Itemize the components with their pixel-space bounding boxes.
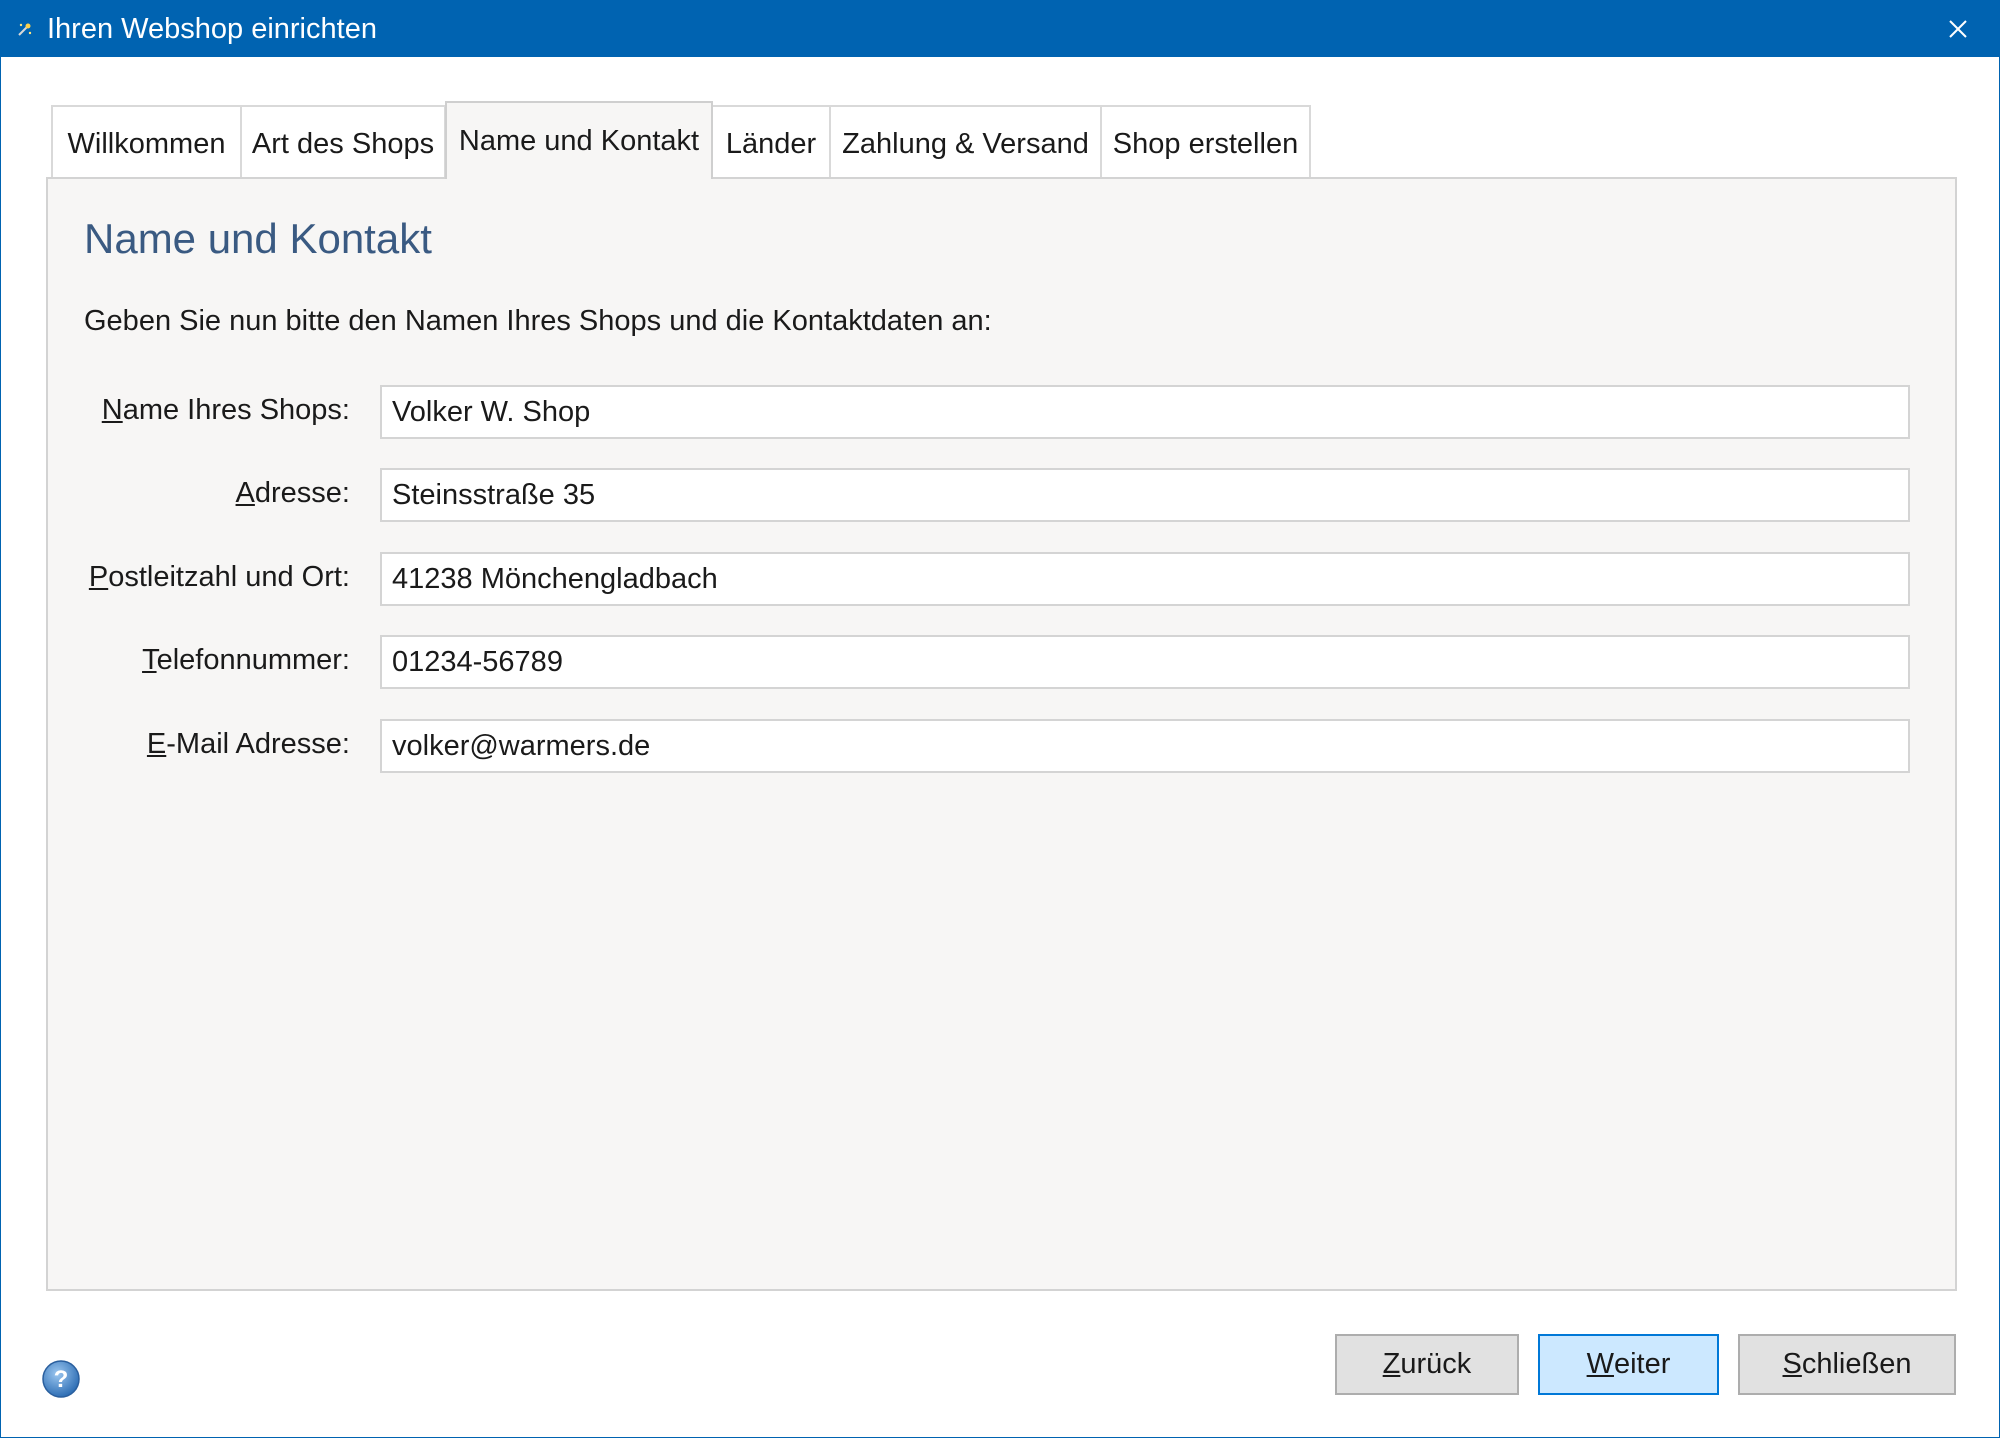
shop-name-label: Name Ihres Shops: — [101, 394, 350, 426]
window-title: Ihren Webshop einrichten — [47, 13, 377, 45]
tab-laender[interactable]: Länder — [711, 105, 831, 177]
title-bar[interactable]: Ihren Webshop einrichten — [1, 1, 1999, 57]
back-button[interactable]: Zurück — [1335, 1334, 1519, 1395]
tab-label: Shop erstellen — [1112, 127, 1299, 160]
tab-label: Zahlung & Versand — [842, 127, 1089, 160]
tab-label: Länder — [725, 127, 817, 160]
phone-label: Telefonnummer: — [142, 644, 350, 676]
tab-name-und-kontakt[interactable]: Name und Kontakt — [445, 101, 713, 179]
address-input[interactable] — [380, 468, 1910, 522]
next-button[interactable]: Weiter — [1538, 1334, 1719, 1395]
svg-text:?: ? — [54, 1366, 69, 1393]
tab-label: Willkommen — [67, 127, 226, 160]
close-button[interactable] — [1917, 1, 1999, 57]
phone-input[interactable] — [380, 635, 1910, 689]
tab-zahlung-versand[interactable]: Zahlung & Versand — [829, 105, 1102, 177]
intro-text: Geben Sie nun bitte den Namen Ihres Shop… — [84, 305, 992, 337]
help-question-icon[interactable]: ? — [41, 1359, 81, 1399]
tab-label: Name und Kontakt — [458, 124, 700, 157]
wizard-wand-icon — [18, 23, 32, 36]
tab-label: Art des Shops — [251, 127, 435, 160]
email-input[interactable] — [380, 719, 1910, 773]
wizard-window: Ihren Webshop einrichten Willkommen Art … — [0, 0, 2000, 1438]
tab-shop-erstellen[interactable]: Shop erstellen — [1100, 105, 1311, 177]
page-title: Name und Kontakt — [84, 215, 432, 262]
close-icon — [1949, 20, 1967, 38]
tab-panel: Name und Kontakt Geben Sie nun bitte den… — [46, 177, 1957, 1291]
email-label: E-Mail Adresse: — [146, 728, 350, 760]
tab-art-des-shops[interactable]: Art des Shops — [240, 105, 446, 177]
shop-name-input[interactable] — [380, 385, 1910, 439]
address-label: Adresse: — [235, 477, 350, 509]
tab-willkommen[interactable]: Willkommen — [51, 105, 242, 177]
close-dialog-button[interactable]: Schließen — [1738, 1334, 1956, 1395]
postal-city-input[interactable] — [380, 552, 1910, 606]
postal-city-label: Postleitzahl und Ort: — [88, 561, 350, 593]
